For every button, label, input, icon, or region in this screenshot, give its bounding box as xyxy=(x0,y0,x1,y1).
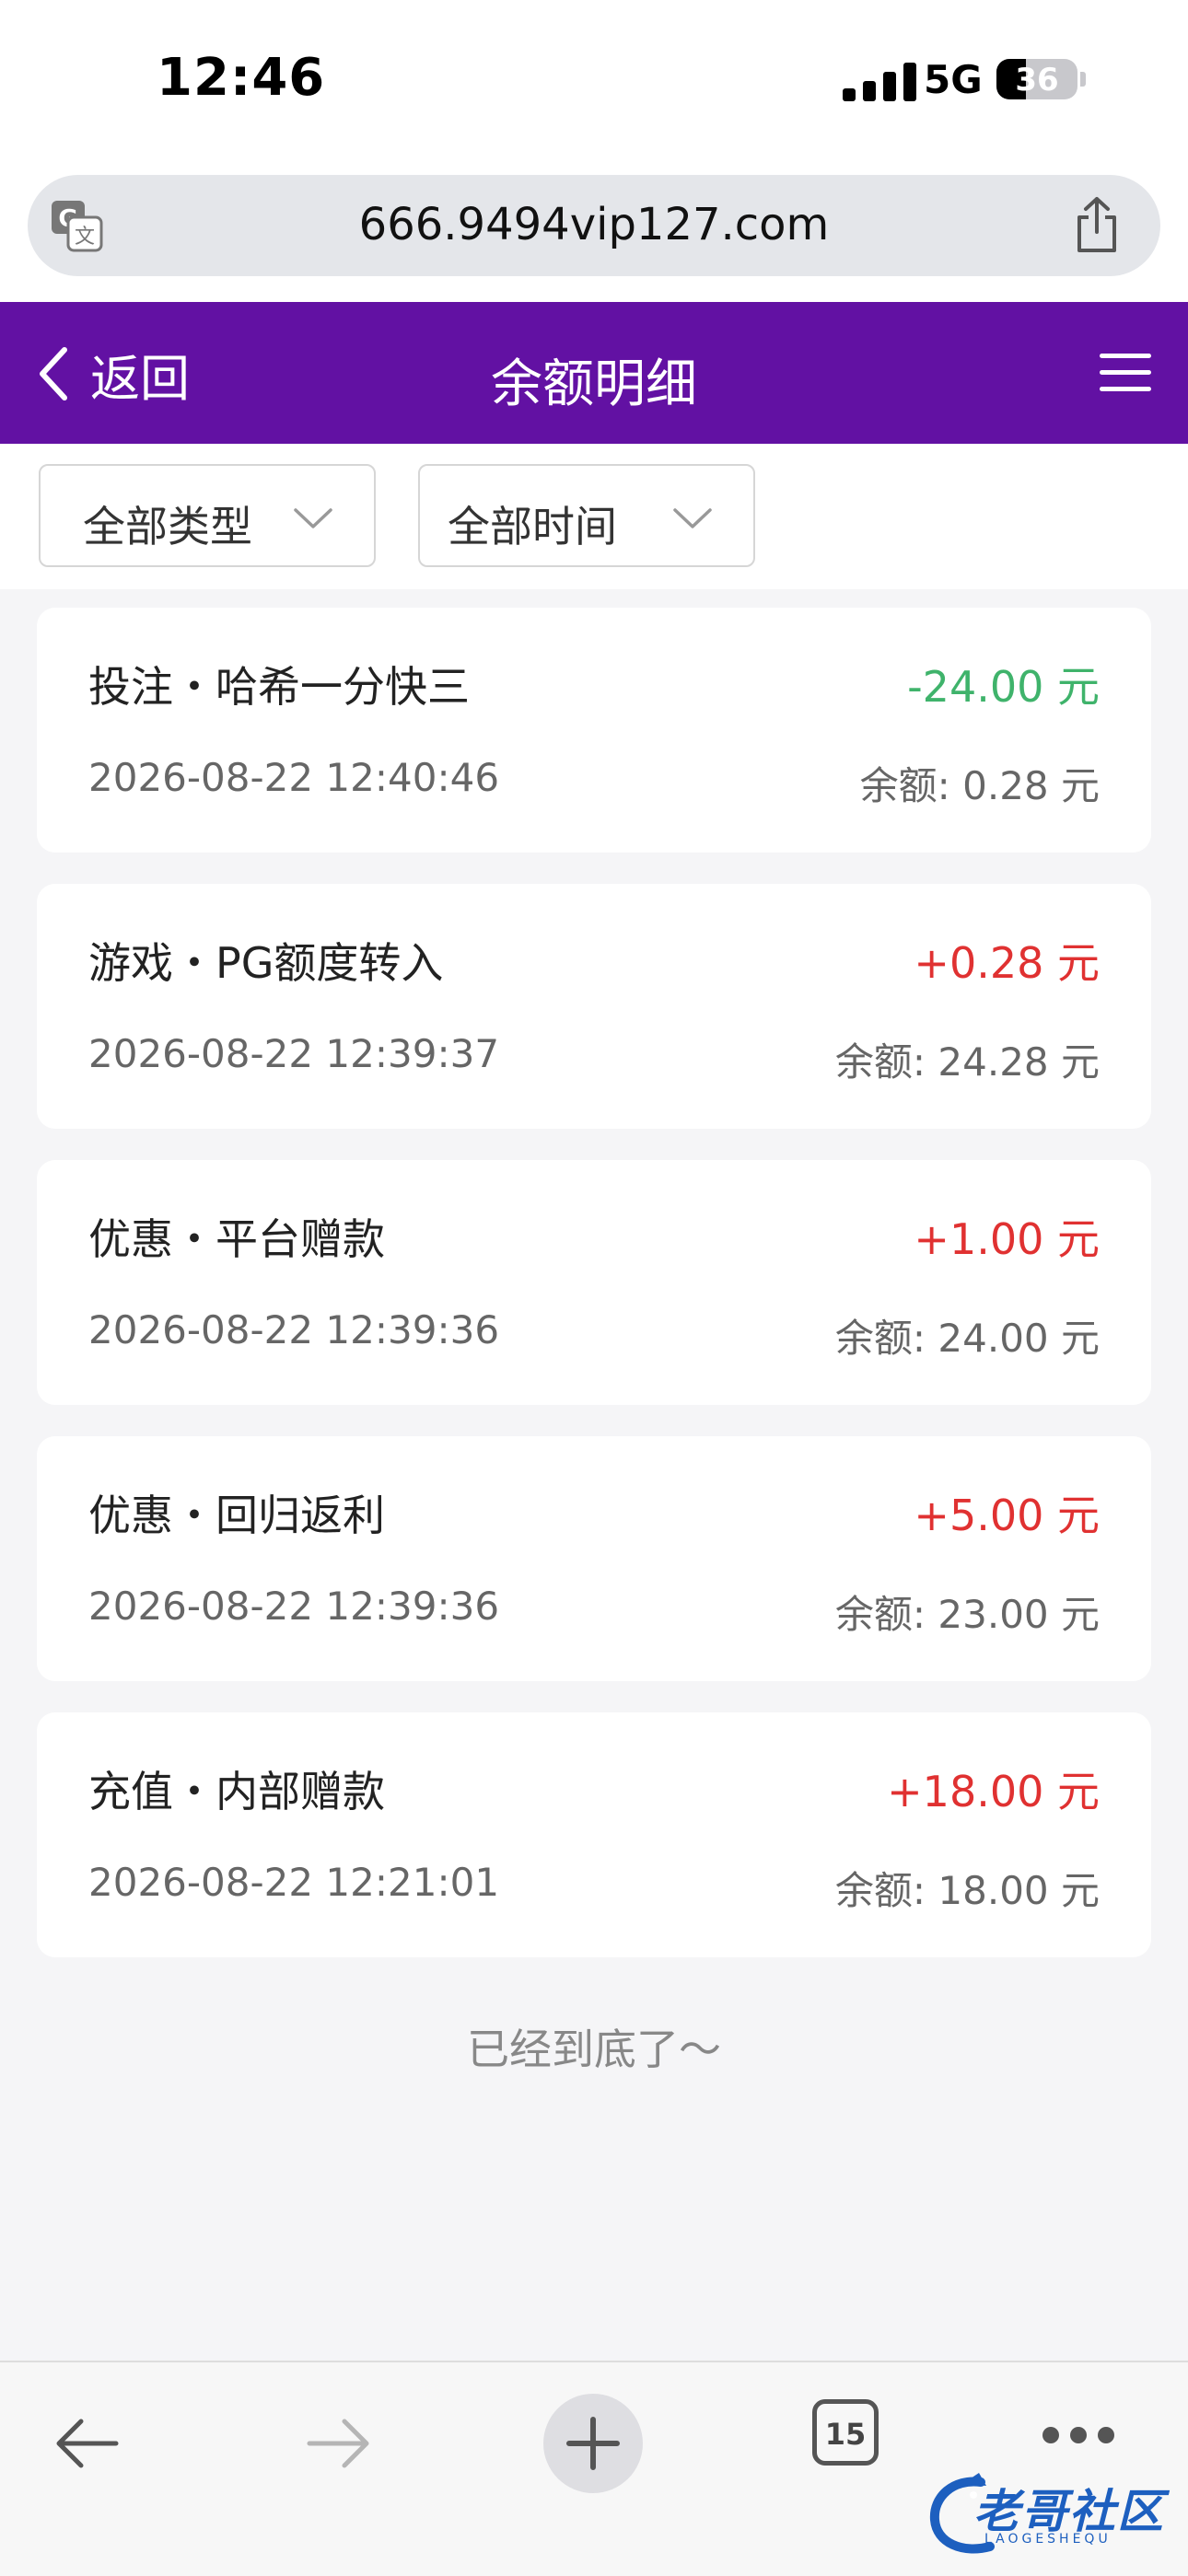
status-time: 12:46 xyxy=(157,48,326,108)
time-filter-dropdown[interactable]: 全部时间 xyxy=(418,464,755,567)
record-amount: +5.00 元 xyxy=(914,1491,1100,1540)
record-item[interactable]: 优惠・回归返利 +5.00 元 2026-08-22 12:39:36 余额: … xyxy=(37,1436,1151,1681)
list-end-note: 已经到底了～ xyxy=(467,2025,721,2074)
new-tab-button[interactable] xyxy=(543,2394,643,2493)
record-balance: 余额: 24.28 元 xyxy=(834,1039,1100,1085)
type-filter-label: 全部类型 xyxy=(83,502,252,551)
record-amount: +0.28 元 xyxy=(914,938,1100,988)
browser-address-area: G 文 666.9494vip127.com xyxy=(0,166,1188,302)
cellular-signal-icon xyxy=(843,61,926,101)
record-time: 2026-08-22 12:39:37 xyxy=(88,1031,500,1076)
record-balance: 余额: 0.28 元 xyxy=(859,763,1100,808)
type-filter-dropdown[interactable]: 全部类型 xyxy=(39,464,376,567)
record-time: 2026-08-22 12:21:01 xyxy=(88,1860,500,1905)
time-filter-label: 全部时间 xyxy=(448,502,617,551)
record-title: 充值・内部赠款 xyxy=(88,1767,385,1816)
battery-percent: 36 xyxy=(1015,62,1059,99)
record-balance: 余额: 23.00 元 xyxy=(834,1592,1100,1637)
plus-icon xyxy=(566,2417,620,2470)
battery-icon: 36 xyxy=(996,59,1077,99)
record-item[interactable]: 游戏・PG额度转入 +0.28 元 2026-08-22 12:39:37 余额… xyxy=(37,884,1151,1129)
share-icon[interactable] xyxy=(1072,195,1122,254)
record-time: 2026-08-22 12:40:46 xyxy=(88,755,500,800)
record-amount: +1.00 元 xyxy=(914,1214,1100,1264)
page-header: 返回 余额明细 xyxy=(0,302,1188,444)
menu-icon[interactable] xyxy=(1100,354,1151,392)
watermark-subtext: LAOGESHEQU xyxy=(984,2532,1112,2547)
chevron-down-icon xyxy=(294,508,332,528)
address-bar[interactable]: G 文 666.9494vip127.com xyxy=(28,175,1160,276)
record-item[interactable]: 投注・哈希一分快三 -24.00 元 2026-08-22 12:40:46 余… xyxy=(37,608,1151,853)
status-bar: 12:46 5G 36 xyxy=(0,0,1188,166)
page-title: 余额明细 xyxy=(491,354,697,414)
tabs-icon[interactable]: 15 xyxy=(812,2399,879,2466)
record-title: 游戏・PG额度转入 xyxy=(88,938,444,988)
record-item[interactable]: 优惠・平台赠款 +1.00 元 2026-08-22 12:39:36 余额: … xyxy=(37,1160,1151,1405)
battery-tip xyxy=(1080,72,1086,87)
record-title: 投注・哈希一分快三 xyxy=(88,662,470,712)
arrow-right-icon[interactable] xyxy=(304,2416,374,2471)
arrow-left-icon[interactable] xyxy=(52,2416,122,2471)
record-item[interactable]: 充值・内部赠款 +18.00 元 2026-08-22 12:21:01 余额:… xyxy=(37,1712,1151,1957)
record-title: 优惠・回归返利 xyxy=(88,1491,385,1540)
record-time: 2026-08-22 12:39:36 xyxy=(88,1584,500,1629)
record-balance: 余额: 18.00 元 xyxy=(834,1868,1100,1913)
more-icon[interactable] xyxy=(1042,2427,1116,2445)
watermark-logo: 老哥社区 LAOGESHEQU xyxy=(926,2469,1172,2561)
network-type: 5G xyxy=(924,57,983,102)
filter-bar: 全部类型 全部时间 xyxy=(0,444,1188,589)
record-balance: 余额: 24.00 元 xyxy=(834,1316,1100,1361)
chevron-down-icon xyxy=(673,508,712,528)
url-text[interactable]: 666.9494vip127.com xyxy=(28,199,1160,250)
record-title: 优惠・平台赠款 xyxy=(88,1214,385,1264)
tab-count: 15 xyxy=(824,2417,867,2452)
record-time: 2026-08-22 12:39:36 xyxy=(88,1307,500,1352)
record-amount: -24.00 元 xyxy=(907,662,1100,712)
balance-record-list: 投注・哈希一分快三 -24.00 元 2026-08-22 12:40:46 余… xyxy=(37,608,1151,1989)
record-amount: +18.00 元 xyxy=(887,1767,1100,1816)
